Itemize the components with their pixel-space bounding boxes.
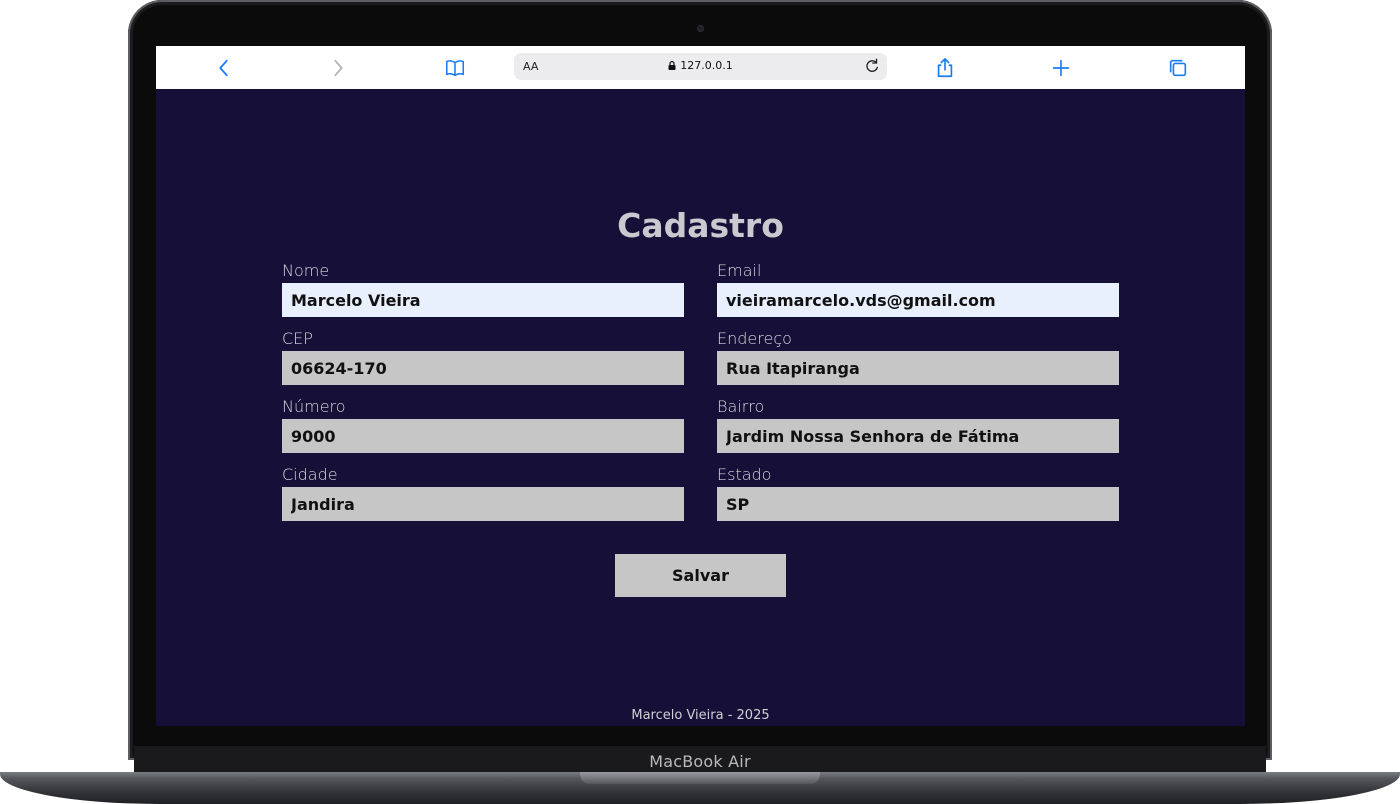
- email-input[interactable]: [717, 283, 1119, 317]
- field-nome: Nome: [282, 261, 684, 317]
- address-bar[interactable]: AA 127.0.0.1: [514, 53, 887, 80]
- url-display[interactable]: 127.0.0.1: [514, 59, 887, 72]
- book-icon[interactable]: [443, 56, 467, 80]
- numero-label: Número: [282, 397, 346, 416]
- url-text: 127.0.0.1: [680, 59, 733, 72]
- field-endereco: Endereço: [717, 329, 1119, 385]
- page-footer: Marcelo Vieira - 2025: [631, 708, 770, 723]
- page-title: Cadastro: [617, 206, 784, 245]
- screen: AA 127.0.0.1 Cadastro Nome Email CEP End…: [156, 46, 1245, 726]
- reload-icon[interactable]: [863, 57, 881, 75]
- camera: [697, 25, 704, 32]
- email-label: Email: [717, 261, 762, 280]
- share-icon[interactable]: [933, 56, 957, 80]
- numero-input[interactable]: [282, 419, 684, 453]
- browser-toolbar: AA 127.0.0.1: [156, 46, 1245, 89]
- bairro-input[interactable]: [717, 419, 1119, 453]
- field-numero: Número: [282, 397, 684, 453]
- nome-label: Nome: [282, 261, 330, 280]
- endereco-input[interactable]: [717, 351, 1119, 385]
- nome-input[interactable]: [282, 283, 684, 317]
- cep-label: CEP: [282, 329, 313, 348]
- laptop-notch: [580, 772, 820, 784]
- chevron-left-icon[interactable]: [212, 56, 236, 80]
- field-estado: Estado: [717, 465, 1119, 521]
- cep-input[interactable]: [282, 351, 684, 385]
- field-bairro: Bairro: [717, 397, 1119, 453]
- chevron-right-icon[interactable]: [326, 56, 350, 80]
- plus-icon[interactable]: [1049, 56, 1073, 80]
- tabs-icon[interactable]: [1166, 56, 1190, 80]
- cidade-input[interactable]: [282, 487, 684, 521]
- save-button[interactable]: Salvar: [615, 554, 786, 597]
- estado-input[interactable]: [717, 487, 1119, 521]
- field-cidade: Cidade: [282, 465, 684, 521]
- endereco-label: Endereço: [717, 329, 792, 348]
- device-label: MacBook Air: [649, 751, 751, 771]
- cidade-label: Cidade: [282, 465, 338, 484]
- field-email: Email: [717, 261, 1119, 317]
- field-cep: CEP: [282, 329, 684, 385]
- estado-label: Estado: [717, 465, 772, 484]
- bairro-label: Bairro: [717, 397, 765, 416]
- lock-icon: [668, 61, 676, 70]
